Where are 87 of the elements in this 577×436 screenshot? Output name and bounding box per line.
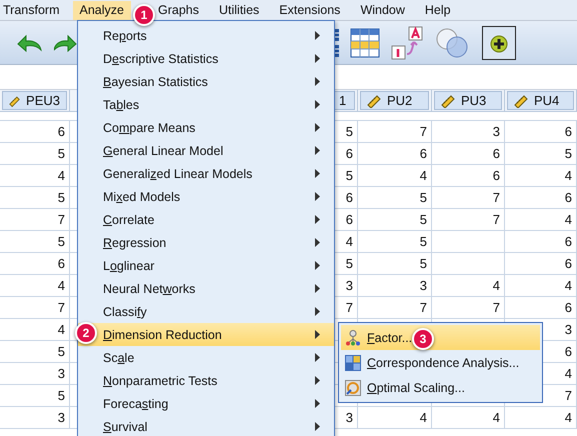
table-cell: 7: [358, 121, 432, 143]
submenu-arrow-icon: [315, 54, 320, 63]
table-cell: 5: [358, 209, 432, 231]
table-cell: 4: [505, 407, 577, 429]
menu-item[interactable]: Help: [418, 0, 458, 20]
table-cell: 6: [505, 187, 577, 209]
table-cell: 5: [0, 187, 70, 209]
submenu-arrow-icon: [315, 169, 320, 178]
submenu-arrow-icon: [315, 399, 320, 408]
submenu-arrow-icon: [315, 238, 320, 247]
table-cell: 4: [432, 275, 505, 297]
menu-item[interactable]: Bayesian Statistics: [78, 70, 334, 93]
ruler-icon: [367, 94, 381, 108]
submenu-arrow-icon: [315, 284, 320, 293]
submenu-arrow-icon: [315, 123, 320, 132]
menu-item[interactable]: Tables: [78, 93, 334, 116]
table-cell: 4: [358, 165, 432, 187]
table-cell: 4: [358, 407, 432, 429]
table-cell: 5: [0, 231, 70, 253]
table-cell: 5: [0, 143, 70, 165]
menu-item[interactable]: Analyze: [72, 0, 131, 20]
scaling-icon: [345, 380, 361, 396]
menu-item[interactable]: Descriptive Statistics: [78, 47, 334, 70]
ruler-icon: [514, 94, 528, 108]
table-cell: 7: [0, 297, 70, 319]
table-cell: 4: [0, 319, 70, 341]
table-cell: 6: [432, 143, 505, 165]
table-cell: 4: [505, 165, 577, 187]
ruler-icon: [9, 94, 20, 108]
table-cell: 4: [505, 209, 577, 231]
table-cell: 5: [0, 385, 70, 407]
table-cell: 4: [505, 275, 577, 297]
table-icon[interactable]: [350, 28, 380, 58]
table-cell: 7: [0, 209, 70, 231]
column-header[interactable]: PU3: [434, 91, 502, 110]
ruler-icon: [441, 94, 455, 108]
matrix-icon: [345, 354, 361, 370]
column-header[interactable]: PEU3: [2, 91, 67, 110]
submenu-arrow-icon: [315, 307, 320, 316]
menu-item[interactable]: Transform: [0, 0, 66, 20]
table-cell: 6: [505, 253, 577, 275]
table-cell: 3: [0, 407, 70, 429]
menu-item[interactable]: Utilities: [212, 0, 266, 20]
table-cell: 7: [432, 187, 505, 209]
submenu-arrow-icon: [315, 100, 320, 109]
table-cell: 7: [432, 297, 505, 319]
table-cell: 7: [432, 209, 505, 231]
menu-item[interactable]: Reports: [78, 24, 334, 47]
table-cell: 6: [505, 297, 577, 319]
table-cell: 4: [0, 165, 70, 187]
menu-item[interactable]: Nonparametric Tests: [78, 369, 334, 392]
table-cell: 6: [505, 121, 577, 143]
table-cell: 4: [432, 407, 505, 429]
table-cell: 5: [358, 187, 432, 209]
submenu-arrow-icon: [315, 31, 320, 40]
submenu-arrow-icon: [315, 330, 320, 339]
submenu-arrow-icon: [315, 192, 320, 201]
submenu-arrow-icon: [315, 422, 320, 431]
submenu-arrow-icon: [315, 77, 320, 86]
submenu-arrow-icon: [315, 215, 320, 224]
menu-item[interactable]: Scale: [78, 346, 334, 369]
value-labels-icon[interactable]: [390, 26, 424, 60]
table-cell: 5: [358, 231, 432, 253]
table-cell: 5: [505, 143, 577, 165]
menu-item[interactable]: Extensions: [272, 0, 348, 20]
table-cell: 6: [0, 121, 70, 143]
table-cell: 5: [358, 253, 432, 275]
tree-icon: [345, 330, 361, 346]
table-cell: 3: [358, 275, 432, 297]
table-cell: 6: [505, 231, 577, 253]
table-cell: 7: [358, 297, 432, 319]
table-cell: 6: [358, 143, 432, 165]
menu-item[interactable]: Window: [353, 0, 412, 20]
add-icon[interactable]: [482, 26, 516, 60]
column-header[interactable]: PU4: [507, 91, 574, 110]
table-cell: 3: [432, 121, 505, 143]
table-cell: 6: [0, 253, 70, 275]
table-cell: 3: [0, 363, 70, 385]
submenu-arrow-icon: [315, 261, 320, 270]
submenu-arrow-icon: [315, 376, 320, 385]
submenu-arrow-icon: [315, 353, 320, 362]
table-cell: 6: [432, 165, 505, 187]
table-cell: 5: [0, 341, 70, 363]
venn-icon[interactable]: [434, 26, 470, 58]
table-cell: 4: [0, 275, 70, 297]
column-header[interactable]: PU2: [360, 91, 429, 110]
submenu-arrow-icon: [315, 146, 320, 155]
